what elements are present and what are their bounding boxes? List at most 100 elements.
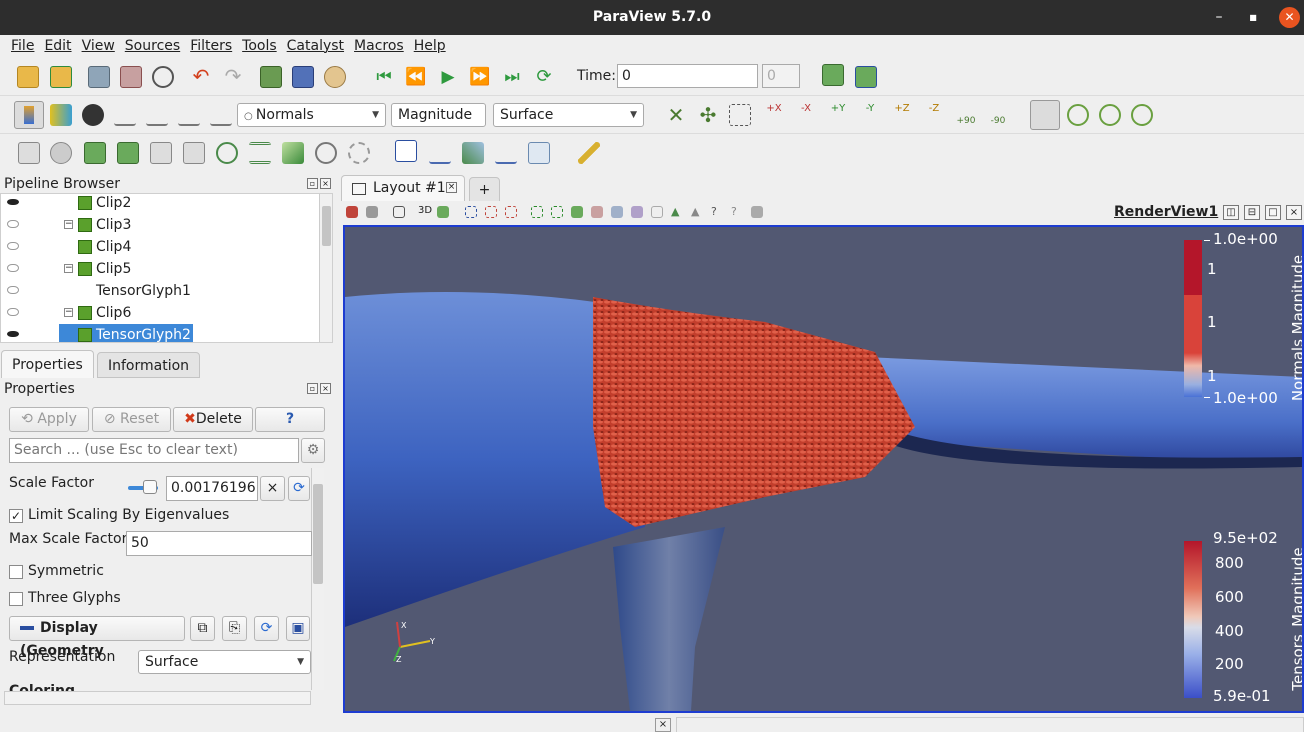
pipeline-scrollbar[interactable] [319, 194, 332, 342]
next-frame-icon[interactable]: ⏩ [469, 66, 491, 88]
hidden-eye-icon[interactable] [7, 220, 19, 228]
menu-file[interactable]: File [11, 35, 34, 58]
maximize-view-icon[interactable]: □ [1265, 205, 1281, 220]
pick-center-icon[interactable] [1067, 104, 1089, 126]
display-section-toggle[interactable]: Display (Geometry [9, 616, 185, 659]
zoom-to-box-icon[interactable] [729, 104, 751, 126]
pipeline-item-tensorglyph1[interactable]: TensorGlyph1 [1, 280, 319, 302]
view-plus-y-icon[interactable]: +Y [825, 104, 851, 126]
clear-scale-factor-button[interactable]: × [260, 476, 285, 501]
view-minus-y-icon[interactable]: -Y [857, 104, 883, 126]
undo-icon[interactable]: ↶ [190, 66, 212, 88]
extract-subset-icon[interactable] [183, 142, 205, 164]
edit-colormap-icon[interactable] [50, 104, 72, 126]
manage-plugins-icon[interactable] [822, 64, 844, 86]
reset-scale-factor-button[interactable]: ⟳ [288, 476, 310, 501]
query-icon[interactable]: ? [711, 206, 723, 218]
representation-select[interactable]: Surface ▼ [493, 103, 644, 127]
toggle-3d-button[interactable]: 3D [418, 205, 432, 216]
ruler-icon[interactable] [578, 142, 600, 164]
copy-display-icon[interactable]: ⧉ [190, 616, 215, 641]
menu-catalyst[interactable]: Catalyst [287, 35, 344, 58]
find-data-icon[interactable] [292, 66, 314, 88]
scrollbar-thumb[interactable] [322, 206, 331, 246]
add-layout-tab-button[interactable]: + [469, 177, 500, 202]
three-glyphs-checkbox[interactable] [9, 592, 23, 606]
previous-frame-icon[interactable]: ⏪ [405, 66, 427, 88]
collapse-icon[interactable]: − [64, 264, 73, 273]
visible-eye-icon[interactable] [7, 199, 19, 205]
last-frame-icon[interactable]: ⏭ [501, 66, 523, 88]
pipeline-item-clip4[interactable]: Clip4 [1, 236, 319, 258]
split-horizontal-icon[interactable]: ◫ [1223, 205, 1239, 220]
pipeline-tree[interactable]: Clip2 − Clip3 Clip4 − Clip5 TensorGlyph1… [0, 193, 333, 343]
scene-canvas[interactable] [345, 227, 1302, 711]
menu-tools[interactable]: Tools [242, 35, 277, 58]
view-minus-z-icon[interactable]: -Z [921, 104, 947, 126]
rotate-minus-90-icon[interactable]: -90 [985, 102, 1011, 126]
property-search-input[interactable]: Search ... (use Esc to clear text) [9, 438, 299, 463]
glyph-icon[interactable] [216, 142, 238, 164]
float-panel-icon[interactable]: ▫ [307, 178, 318, 189]
hidden-eye-icon[interactable] [7, 242, 19, 250]
hover-cells-icon[interactable] [611, 206, 623, 218]
timestep-spinbox[interactable]: 0 [762, 64, 800, 88]
load-data-icon[interactable] [50, 66, 72, 88]
rescale-data-icon[interactable] [114, 104, 136, 126]
close-tab-icon[interactable]: × [446, 182, 457, 193]
reset-session-icon[interactable] [260, 66, 282, 88]
rescale-visible-icon[interactable] [146, 104, 168, 126]
view-plus-x-icon[interactable]: +X [761, 104, 787, 126]
menu-help[interactable]: Help [414, 35, 446, 58]
open-file-icon[interactable] [17, 66, 39, 88]
collapse-icon[interactable]: − [64, 220, 73, 229]
select-block-icon[interactable] [531, 206, 543, 218]
menu-view[interactable]: View [82, 35, 115, 58]
view-plus-z-icon[interactable]: +Z [889, 104, 915, 126]
hidden-eye-icon[interactable] [7, 264, 19, 272]
rescale-all-icon[interactable] [210, 104, 232, 126]
reset-button[interactable]: ⊘ Reset [92, 407, 171, 432]
symmetric-checkbox[interactable] [9, 565, 23, 579]
probe-icon[interactable] [528, 142, 550, 164]
find-icon[interactable]: ? [731, 206, 743, 218]
reset-camera-icon[interactable]: ✕ [665, 104, 687, 126]
color-by-select[interactable]: ○ Normals ▼ [237, 103, 386, 127]
toggle-center-axes-button[interactable] [1030, 100, 1060, 130]
collapse-icon[interactable]: − [64, 308, 73, 317]
calculator-icon[interactable] [18, 142, 40, 164]
loop-icon[interactable]: ⟳ [533, 66, 555, 88]
slice-icon[interactable] [117, 142, 139, 164]
add-plugin-icon[interactable] [855, 66, 877, 88]
pipeline-item-clip5[interactable]: − Clip5 [1, 258, 319, 280]
capture-icon[interactable] [346, 206, 358, 218]
hover-points-icon[interactable] [591, 206, 603, 218]
pipeline-item-clip6[interactable]: − Clip6 [1, 302, 319, 324]
minimize-button[interactable]: – [1204, 0, 1234, 35]
tab-layout-1[interactable]: Layout #1 × [341, 175, 465, 202]
redo-icon[interactable]: ↷ [222, 66, 244, 88]
interactive-select-icon[interactable] [571, 206, 583, 218]
view-minus-x-icon[interactable]: -X [793, 104, 819, 126]
edit-labels-icon[interactable]: ▲ [671, 206, 683, 218]
pipeline-item-clip3[interactable]: − Clip3 [1, 214, 319, 236]
select-points-icon[interactable] [485, 206, 497, 218]
reload-display-icon[interactable]: ⟳ [254, 616, 279, 641]
timer-icon[interactable] [152, 66, 174, 88]
threshold-icon[interactable] [150, 142, 172, 164]
close-panel-icon[interactable]: × [320, 383, 331, 394]
group-datasets-icon[interactable] [315, 142, 337, 164]
rotate-plus-90-icon[interactable]: +90 [953, 102, 979, 126]
save-display-icon[interactable]: ▣ [286, 616, 310, 641]
rescale-custom-icon[interactable] [82, 104, 104, 126]
properties-hscrollbar[interactable] [4, 691, 311, 705]
menu-edit[interactable]: Edit [44, 35, 71, 58]
split-vertical-icon[interactable]: ⊟ [1244, 205, 1260, 220]
tab-information[interactable]: Information [97, 352, 201, 378]
screenshot-icon[interactable] [366, 206, 378, 218]
connect-icon[interactable] [88, 66, 110, 88]
select-cells-icon[interactable] [465, 206, 477, 218]
contour-icon[interactable] [50, 142, 72, 164]
hidden-eye-icon[interactable] [7, 286, 19, 294]
close-button[interactable]: ✕ [1279, 7, 1300, 28]
